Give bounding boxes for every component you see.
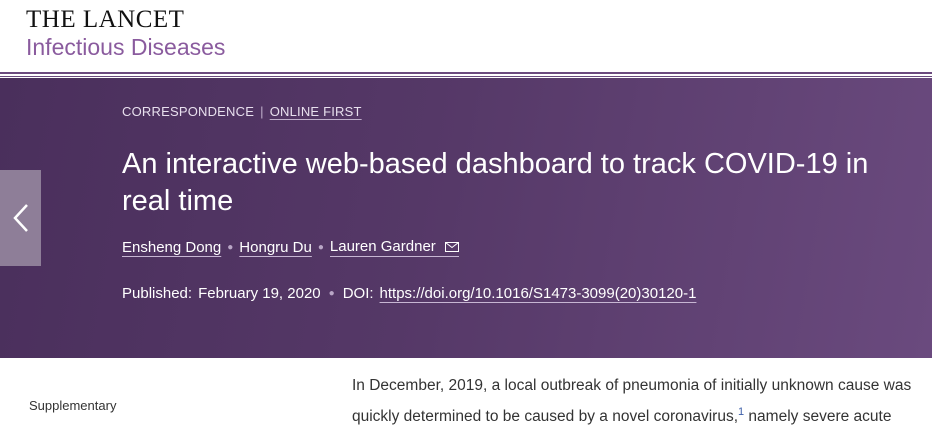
info-separator-dot: ● bbox=[328, 288, 335, 299]
supplementary-link[interactable]: Supplementary bbox=[29, 398, 116, 413]
doi-label: DOI: bbox=[342, 285, 374, 302]
article-title: An interactive web-based dashboard to tr… bbox=[122, 148, 869, 217]
journal-logo-line1[interactable]: THE LANCET bbox=[26, 6, 184, 34]
masthead-divider-thin bbox=[0, 76, 932, 77]
body-line-1: In December, 2019, a local outbreak of p… bbox=[352, 377, 912, 394]
body-line-2-text: quickly determined to be caused by a nov… bbox=[352, 408, 738, 425]
masthead-divider bbox=[0, 72, 932, 74]
chevron-left-icon bbox=[12, 204, 28, 232]
masthead: THE LANCET Infectious Diseases bbox=[0, 0, 932, 72]
body-line-2-tail: namely severe acute bbox=[744, 408, 892, 425]
author-list: Ensheng Dong ● Hongru Du ● Lauren Gardne… bbox=[122, 238, 459, 257]
journal-logo-line2[interactable]: Infectious Diseases bbox=[26, 33, 225, 61]
published-date: February 19, 2020 bbox=[198, 285, 321, 302]
previous-article-button[interactable] bbox=[0, 170, 41, 266]
publication-info: Published: February 19, 2020 ● DOI: http… bbox=[122, 285, 696, 302]
article-breadcrumb: CORRESPONDENCE | ONLINE FIRST bbox=[122, 104, 362, 119]
online-first-link[interactable]: ONLINE FIRST bbox=[270, 104, 362, 119]
author-link-gardner[interactable]: Lauren Gardner bbox=[329, 238, 459, 257]
breadcrumb-separator: | bbox=[260, 104, 264, 119]
body-line-2: quickly determined to be caused by a nov… bbox=[352, 399, 932, 425]
author-link-du[interactable]: Hongru Du bbox=[239, 239, 312, 256]
envelope-icon bbox=[444, 241, 459, 252]
published-label: Published: bbox=[122, 285, 193, 302]
author-name-gardner: Lauren Gardner bbox=[329, 238, 436, 255]
author-separator-dot: ● bbox=[317, 242, 324, 253]
doi-link[interactable]: https://doi.org/10.1016/S1473-3099(20)30… bbox=[380, 285, 697, 302]
article-type-label: CORRESPONDENCE bbox=[122, 104, 255, 119]
author-separator-dot: ● bbox=[227, 242, 234, 253]
author-link-dong[interactable]: Ensheng Dong bbox=[122, 239, 221, 256]
article-body: In December, 2019, a local outbreak of p… bbox=[352, 372, 932, 425]
